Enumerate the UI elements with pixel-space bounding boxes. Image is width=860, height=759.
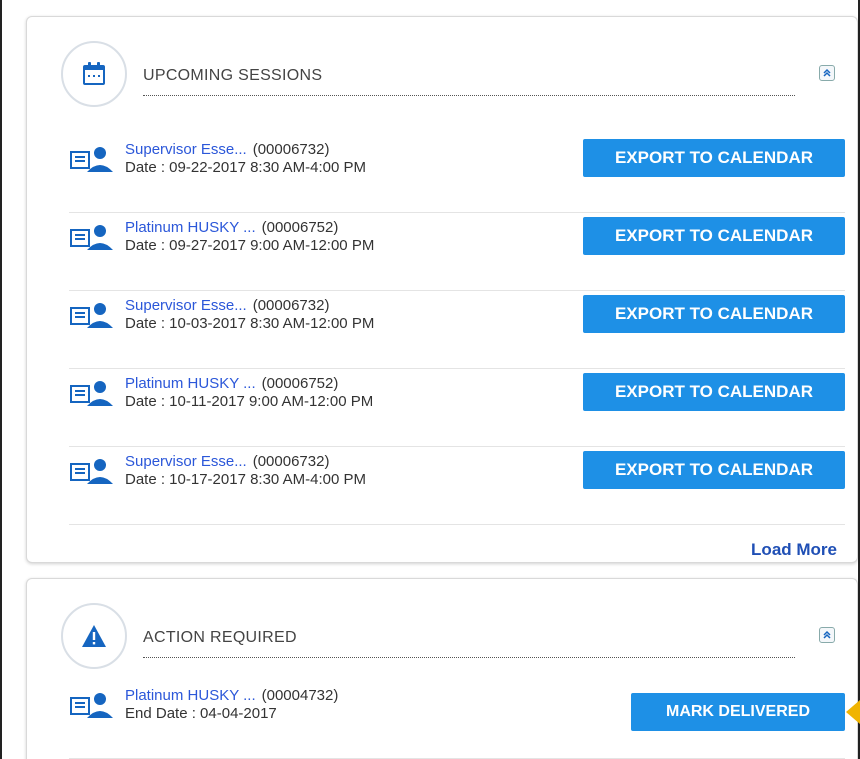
session-date: Date : 09-22-2017 8:30 AM-4:00 PM [125,159,366,176]
session-code: (00006732) [252,453,330,470]
export-to-calendar-button[interactable]: EXPORT TO CALENDAR [583,451,845,489]
action-item-code: (00004732) [261,687,339,704]
session-row: Supervisor Esse... (00006732) Date : 10-1… [69,447,845,525]
action-item-name-link[interactable]: Platinum HUSKY ... [125,687,256,704]
action-required-title: ACTION REQUIRED [143,629,297,646]
session-date: Date : 10-11-2017 9:00 AM-12:00 PM [125,393,374,410]
export-to-calendar-button[interactable]: EXPORT TO CALENDAR [583,373,845,411]
session-code: (00006752) [261,375,339,392]
warning-icon [61,603,127,669]
session-name-link[interactable]: Supervisor Esse... [125,141,247,158]
collapse-upcoming-button[interactable] [819,65,835,81]
load-more-link[interactable]: Load More [751,540,837,560]
session-row: Supervisor Esse... (00006732) Date : 09-2… [69,135,845,213]
session-code: (00006732) [252,297,330,314]
row-divider [69,524,845,525]
double-chevron-up-icon [823,630,831,639]
title-underline [143,95,795,96]
session-row: Platinum HUSKY ... (00006752) Date : 10-1… [69,369,845,447]
session-person-icon [70,381,113,406]
upcoming-sessions-card: UPCOMING SESSIONS Supervisor Esse... (000… [26,16,858,563]
session-name-link[interactable]: Supervisor Esse... [125,453,247,470]
export-to-calendar-button[interactable]: EXPORT TO CALENDAR [583,217,845,255]
session-name-link[interactable]: Platinum HUSKY ... [125,375,256,392]
calendar-icon [61,41,127,107]
session-name-link[interactable]: Platinum HUSKY ... [125,219,256,236]
collapse-action-button[interactable] [819,627,835,643]
title-underline [143,657,795,658]
session-row: Platinum HUSKY ... (00006752) Date : 09-2… [69,213,845,291]
action-item-end-date: End Date : 04-04-2017 [125,705,277,722]
session-code: (00006732) [252,141,330,158]
session-date: Date : 09-27-2017 9:00 AM-12:00 PM [125,237,375,254]
session-date: Date : 10-17-2017 8:30 AM-4:00 PM [125,471,366,488]
session-code: (00006752) [261,219,339,236]
session-person-icon [70,693,113,718]
session-date: Date : 10-03-2017 8:30 AM-12:00 PM [125,315,375,332]
session-name-link[interactable]: Supervisor Esse... [125,297,247,314]
session-person-icon [70,459,113,484]
session-person-icon [70,225,113,250]
export-to-calendar-button[interactable]: EXPORT TO CALENDAR [583,139,845,177]
double-chevron-up-icon [823,68,831,77]
export-to-calendar-button[interactable]: EXPORT TO CALENDAR [583,295,845,333]
action-required-card: ACTION REQUIRED Platinum HUSKY ... (00004… [26,578,858,759]
session-person-icon [70,147,113,172]
session-person-icon [70,303,113,328]
session-row: Supervisor Esse... (00006732) Date : 10-0… [69,291,845,369]
pointer-arrow-icon [846,700,860,724]
mark-delivered-button[interactable]: MARK DELIVERED [631,693,845,731]
action-item-row: Platinum HUSKY ... (00004732) End Date : … [69,681,845,759]
upcoming-sessions-title: UPCOMING SESSIONS [143,67,323,84]
